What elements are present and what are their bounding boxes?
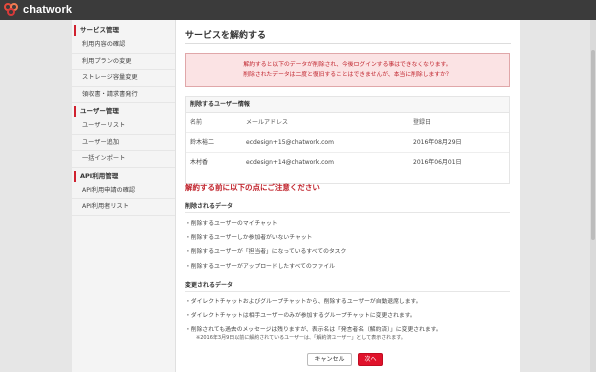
cancel-button[interactable]: キャンセル	[307, 353, 352, 366]
chatwork-logo-icon	[4, 3, 20, 17]
deleted-item: ・削除するユーザーが「担当者」になっているすべてのタスク	[185, 249, 347, 255]
deleted-item: ・削除するユーザーのマイチャット	[185, 221, 278, 227]
delete-warning-alert: 解約すると以下のデータが削除され、今後ログインする事はできなくなります。 削除さ…	[185, 53, 510, 87]
sidebar-item-usage[interactable]: 利用内容の確認	[72, 37, 175, 54]
sidebar-section-service: サービス管理	[72, 24, 175, 37]
chatwork-logo[interactable]: chatwork	[4, 2, 72, 18]
deleted-item: ・削除するユーザーがアップロードしたすべてのファイル	[185, 264, 335, 270]
users-table-header-row: 名前 メールアドレス 登録日	[186, 113, 509, 133]
column-email: メールアドレス	[246, 119, 289, 126]
alert-line-2: 削除されたデータは二度と復旧することはできませんが、本当に削除しますか？	[243, 72, 452, 78]
scrollbar-thumb[interactable]	[591, 50, 595, 240]
sidebar-section-users: ユーザー管理	[72, 105, 175, 118]
column-name: 名前	[190, 119, 203, 126]
logo-text: chatwork	[23, 4, 73, 16]
main-panel: サービスを解約する 解約すると以下のデータが削除され、今後ログインする事はできな…	[176, 20, 520, 372]
sidebar-section-api: API利用管理	[72, 170, 175, 183]
changed-data-divider	[185, 291, 510, 292]
sidebar-item-api-users[interactable]: API利用者リスト	[72, 199, 175, 216]
sidebar-item-user-add[interactable]: ユーザー追加	[72, 135, 175, 151]
caution-heading: 解約する前に以下の点にご注意ください	[185, 183, 320, 192]
alert-line-1: 解約すると以下のデータが削除され、今後ログインする事はできなくなります。	[243, 62, 452, 68]
changed-item: ・ダイレクトチャットは相手ユーザーのみが参加するグループチャットに変更されます。	[185, 313, 416, 319]
sidebar-item-invoice[interactable]: 領収書・請求書発行	[72, 87, 175, 103]
next-button[interactable]: 次へ	[358, 353, 383, 366]
page-title: サービスを解約する	[185, 31, 267, 41]
deleted-item: ・削除するユーザーしか参加者がいないチャット	[185, 235, 313, 241]
users-table-heading: 削除するユーザー情報	[186, 97, 509, 113]
sidebar-item-plan-change[interactable]: 利用プランの変更	[72, 54, 175, 70]
user-name: 木村香	[190, 159, 209, 166]
sidebar: サービス管理 利用内容の確認 利用プランの変更 ストレージ容量変更 領収書・請求…	[72, 20, 176, 372]
deleted-data-divider	[185, 212, 510, 213]
title-divider	[185, 43, 511, 44]
user-registered-date: 2016年06月01日	[413, 159, 462, 166]
users-to-delete-table: 削除するユーザー情報 名前 メールアドレス 登録日 鈴木裕二 ecdesign+…	[185, 96, 510, 184]
user-email: ecdesign+14@chatwork.com	[246, 159, 334, 166]
changed-item: ・ダイレクトチャットおよびグループチャットから、削除するユーザーが自動退席します…	[185, 299, 422, 305]
sidebar-item-user-list[interactable]: ユーザーリスト	[72, 118, 175, 135]
changed-item: ・削除されても過去のメッセージは残りますが、表示名は「発言者名（解約済）」に変更…	[185, 327, 442, 333]
user-name: 鈴木裕二	[190, 139, 215, 146]
sidebar-item-api-requests[interactable]: API利用申請の確認	[72, 183, 175, 199]
changed-note: ※2016年3月9日以前に解約されているユーザーは、「解約済ユーザー」として表示…	[196, 335, 406, 341]
top-bar: chatwork	[0, 0, 596, 20]
sidebar-item-bulk-import[interactable]: 一括インポート	[72, 151, 175, 168]
column-registered: 登録日	[413, 119, 432, 126]
table-row: 木村香 ecdesign+14@chatwork.com 2016年06月01日	[186, 153, 509, 173]
changed-data-heading: 変更されるデータ	[185, 282, 234, 289]
page-scrollbar[interactable]	[590, 20, 596, 372]
sidebar-item-storage[interactable]: ストレージ容量変更	[72, 70, 175, 87]
user-registered-date: 2016年08月29日	[413, 139, 462, 146]
deleted-data-heading: 削除されるデータ	[185, 203, 234, 210]
user-email: ecdesign+15@chatwork.com	[246, 139, 334, 146]
table-row: 鈴木裕二 ecdesign+15@chatwork.com 2016年08月29…	[186, 133, 509, 153]
